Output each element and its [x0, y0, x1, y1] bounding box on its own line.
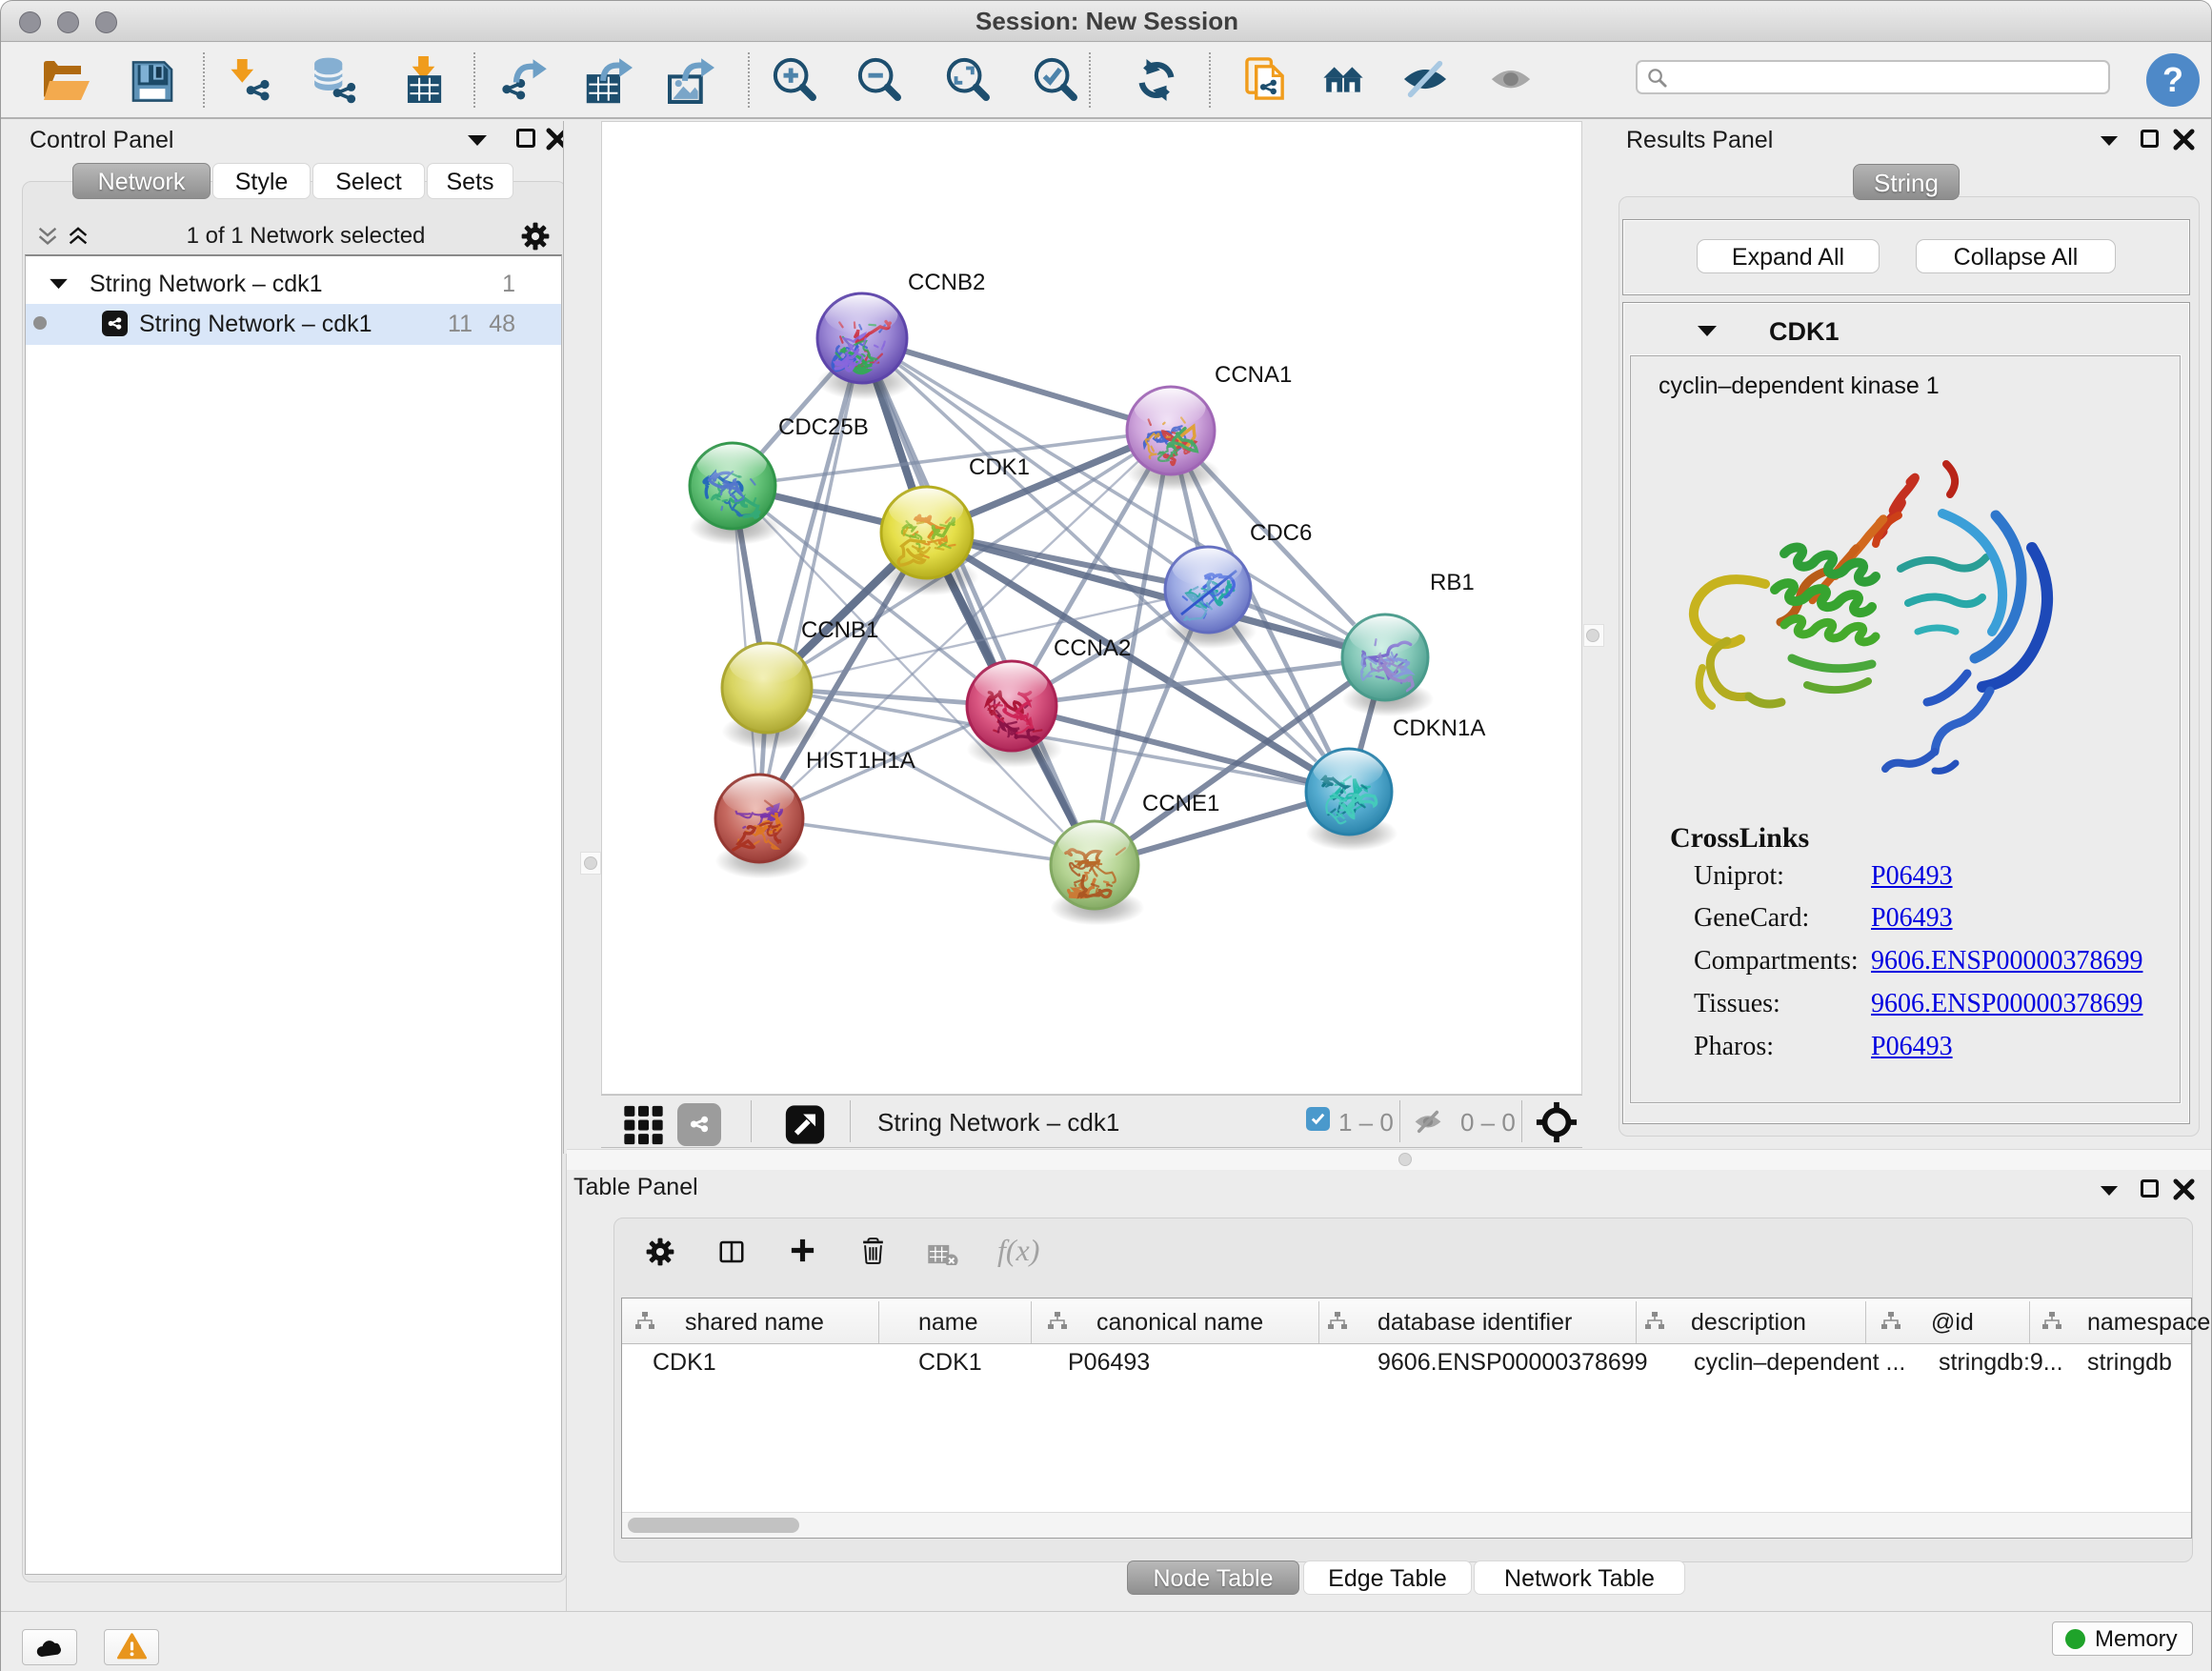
svg-text:CCNB1: CCNB1: [801, 617, 878, 643]
svg-text:CDC25B: CDC25B: [778, 414, 869, 440]
svg-text:CCNA1: CCNA1: [1215, 362, 1292, 388]
svg-text:CDK1: CDK1: [969, 454, 1030, 480]
svg-text:CCNA2: CCNA2: [1054, 635, 1131, 661]
svg-text:HIST1H1A: HIST1H1A: [806, 748, 915, 774]
svg-text:RB1: RB1: [1430, 570, 1475, 595]
svg-text:CCNB2: CCNB2: [908, 270, 985, 295]
svg-text:CCNE1: CCNE1: [1142, 791, 1219, 816]
svg-text:CDC6: CDC6: [1250, 520, 1312, 546]
svg-text:CDKN1A: CDKN1A: [1393, 715, 1485, 741]
